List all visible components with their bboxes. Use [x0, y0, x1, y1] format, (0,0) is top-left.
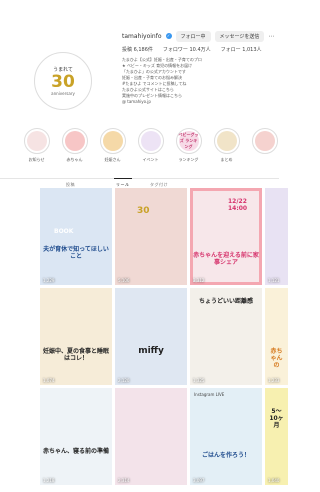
post-tile[interactable]: 赤ちゃんの 1,233 — [265, 288, 288, 385]
post-tile[interactable]: BOOK 夫が育休で知ってほしいこと 1,229 — [40, 188, 112, 285]
post-caption: 赤ちゃんの — [270, 348, 283, 369]
verified-badge-icon: ✓ — [165, 33, 172, 39]
profile-avatar[interactable]: うまれて 30 anniversary — [34, 52, 92, 110]
post-grid: BOOK 夫が育休で知ってほしいこと 1,229 30 5,106 12/22 14:… — [40, 188, 288, 485]
post-caption: ごはんを作ろう！ — [201, 452, 250, 459]
post-tile[interactable]: 2,314 — [115, 388, 187, 485]
post-tile[interactable]: 赤ちゃん、寝る前の準備 1,218 — [40, 388, 112, 485]
more-icon[interactable]: ⋯ — [268, 33, 274, 40]
highlight-item[interactable]: イベント — [136, 128, 165, 163]
view-count: 1,229 — [43, 278, 55, 283]
highlight-label: イベント — [142, 157, 159, 162]
post-overlay-text: BOOK — [54, 228, 74, 235]
following-count[interactable]: フォロー 1,013人 — [221, 46, 262, 53]
highlight-label: 赤ちゃん — [66, 157, 83, 162]
post-count: 投稿 6,186件 — [122, 47, 153, 53]
post-caption: 赤ちゃんを迎える前に家事シェア — [193, 252, 259, 266]
post-overlay-text: 30 — [137, 206, 150, 216]
post-overlay-text: Instagram LIVE — [194, 392, 225, 397]
post-caption: 夫が育休で知ってほしいこと — [43, 246, 109, 260]
view-count: 3,097 — [193, 478, 205, 483]
highlight-item[interactable]: 赤ちゃん — [60, 128, 89, 163]
follower-count[interactable]: フォロワー 10.4万人 — [163, 46, 211, 53]
story-highlights: お知らせ 赤ちゃん 妊娠さん イベント ベビーグッズ ランキングランキング まと… — [22, 128, 279, 163]
avatar-caption: anniversary — [51, 91, 75, 96]
post-tile[interactable]: 1,121 — [265, 188, 288, 285]
view-count: 1,074 — [43, 378, 55, 383]
highlight-label: まとめ — [220, 157, 233, 162]
highlight-cover — [254, 131, 275, 151]
profile-stats: 投稿 6,186件 フォロワー 10.4万人 フォロー 1,013人 — [122, 46, 262, 53]
post-tile[interactable]: 妊娠中、夏の食事と睡眠はコレ！ 1,074 — [40, 288, 112, 385]
highlight-item[interactable]: 妊娠さん — [98, 128, 127, 163]
post-caption: 妊娠中、夏の食事と睡眠はコレ！ — [43, 348, 110, 362]
highlight-label: ランキング — [178, 157, 199, 162]
view-count: 1,218 — [43, 478, 55, 483]
message-button[interactable]: メッセージを送信 — [214, 30, 265, 42]
highlight-cover — [26, 131, 47, 151]
view-count: 1,121 — [268, 278, 280, 283]
highlight-item[interactable]: ベビーグッズ ランキングランキング — [174, 128, 203, 163]
highlight-item[interactable] — [250, 128, 279, 163]
post-tile[interactable]: 5〜10ヶ月 1,040 — [265, 388, 288, 485]
post-overlay-text: 12/22 14:00 — [228, 198, 248, 212]
highlight-label: 妊娠さん — [104, 157, 121, 162]
view-count: 2,120 — [118, 378, 130, 383]
highlight-item[interactable]: お知らせ — [22, 128, 51, 163]
post-caption: miffy — [138, 346, 164, 356]
post-caption: ちょうどいい距離感 — [198, 298, 253, 305]
highlight-cover — [64, 131, 85, 151]
highlight-item[interactable]: まとめ — [212, 128, 241, 163]
post-tile[interactable]: ちょうどいい距離感 1,325 — [190, 288, 262, 385]
view-count: 1,040 — [268, 478, 280, 483]
bio-link[interactable]: @ tamahiyo.jp — [122, 99, 272, 105]
post-caption: 5〜10ヶ月 — [269, 408, 284, 429]
following-button[interactable]: フォロー中 — [175, 30, 211, 42]
view-count: 2,314 — [118, 478, 130, 483]
view-count: 3,312 — [193, 278, 205, 283]
highlight-cover: ベビーグッズ ランキング — [178, 131, 199, 151]
highlight-cover — [140, 131, 161, 151]
view-count: 1,233 — [268, 378, 280, 383]
highlight-cover — [216, 131, 237, 151]
profile-tabs: 投稿 リール タグ付け — [0, 178, 279, 188]
post-tile[interactable]: 12/22 14:00 赤ちゃんを迎える前に家事シェア 3,312 — [190, 188, 262, 285]
highlight-label: お知らせ — [28, 157, 45, 162]
post-tile[interactable]: 30 5,106 — [115, 188, 187, 285]
post-caption: 赤ちゃん、寝る前の準備 — [43, 448, 110, 455]
profile-bio: たまひよ【公式】妊娠・出産・子育てのプロ ★ ベビー・キッズ 育児の情報をお届け… — [122, 57, 272, 105]
username: tamahiyoinfo — [122, 32, 162, 40]
view-count: 1,325 — [193, 378, 205, 383]
highlight-cover — [102, 131, 123, 151]
post-tile[interactable]: Instagram LIVE ごはんを作ろう！ 3,097 — [190, 388, 262, 485]
view-count: 5,106 — [118, 278, 130, 283]
profile-name-row: tamahiyoinfo ✓ フォロー中 メッセージを送信 ⋯ — [122, 30, 274, 42]
post-tile[interactable]: miffy 2,120 — [115, 288, 187, 385]
avatar-anniversary-number: 30 — [51, 72, 75, 92]
